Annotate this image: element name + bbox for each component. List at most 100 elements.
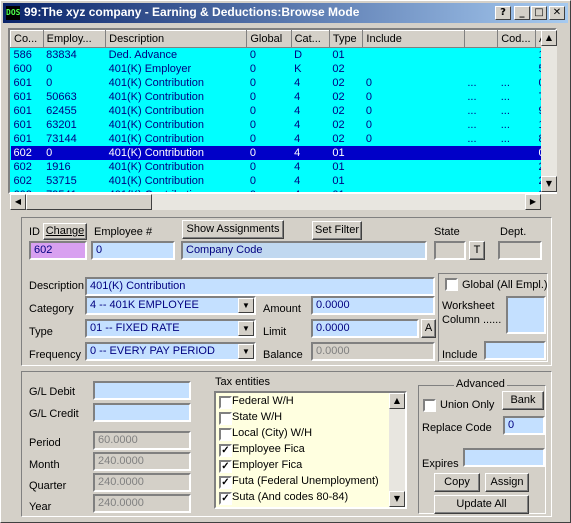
scroll-up-arrow-icon[interactable]: ▲ — [541, 30, 557, 46]
table-cell — [464, 146, 498, 160]
type-label: Type — [29, 326, 53, 338]
global-checkbox[interactable] — [445, 278, 458, 291]
grid-column-header[interactable]: Employ... — [42, 30, 107, 48]
id-input[interactable]: 602 — [29, 241, 87, 260]
grid-column-header[interactable]: Co... — [10, 30, 44, 48]
table-cell — [464, 174, 497, 188]
table-cell: 601 — [13, 133, 32, 145]
table-cell: 4 — [294, 77, 301, 89]
tax-entity-checkbox[interactable] — [219, 428, 232, 441]
scroll-down-arrow-icon[interactable]: ▼ — [541, 176, 557, 192]
minimize-button[interactable]: _ — [514, 6, 530, 20]
grid-column-header[interactable]: Type — [328, 30, 364, 48]
change-button[interactable]: Change — [43, 223, 87, 240]
records-grid[interactable]: Co... Employ... Description Global Cat... Typ… — [8, 28, 557, 194]
table-cell: 4 — [291, 146, 330, 160]
tax-entity-checkbox[interactable]: ✓ — [219, 476, 232, 489]
type-select[interactable]: 01 -- FIXED RATE ▼ — [85, 319, 256, 338]
table-cell: ... — [467, 133, 477, 145]
scroll-right-arrow-icon[interactable]: ▶ — [525, 194, 541, 210]
global-label: Global (All Empl.) — [462, 279, 548, 291]
title-bar[interactable]: DOS 99:The xyz company - Earning & Deduc… — [3, 3, 568, 23]
copy-button[interactable]: Copy — [434, 473, 480, 492]
horizontal-scroll-thumb[interactable] — [26, 194, 152, 210]
bank-button[interactable]: Bank — [502, 391, 544, 410]
help-button[interactable]: ? — [495, 6, 511, 20]
limit-label: Limit — [263, 326, 287, 338]
table-row[interactable]: 6000401(K) Employer0K025. — [11, 62, 555, 76]
table-cell: 401(K) Contribution — [108, 119, 205, 131]
balance-input: 0.0000 — [311, 342, 435, 361]
tax-entity-checkbox[interactable] — [219, 412, 232, 425]
tax-entity-checkbox[interactable]: ✓ — [219, 444, 232, 457]
tax-entity-checkbox[interactable]: ✓ — [219, 492, 232, 505]
tax-list-scrollbar[interactable]: ▲ ▼ — [389, 393, 405, 507]
table-row[interactable]: 6020401(K) Contribution04010. — [10, 146, 555, 160]
update-all-button[interactable]: Update All — [434, 495, 529, 514]
table-cell: 0 — [249, 161, 256, 173]
table-cell: 401(K) Contribution — [105, 146, 247, 160]
scroll-left-arrow-icon[interactable]: ◀ — [10, 194, 26, 210]
worksheet-column-input[interactable] — [506, 296, 546, 334]
grid-column-header[interactable]: Description — [105, 30, 248, 48]
employee-input[interactable]: 0 — [91, 241, 175, 260]
grid-column-header[interactable]: Cod... — [497, 30, 537, 48]
limit-a-button[interactable]: A — [421, 319, 436, 338]
table-row[interactable]: 60163201401(K) Contribution04020......1. — [11, 118, 555, 132]
table-row[interactable]: 60162455401(K) Contribution04020......9. — [11, 104, 555, 118]
tax-entity-label: Employee Fica — [232, 443, 305, 455]
category-select[interactable]: 4 -- 401K EMPLOYEE ▼ — [85, 296, 256, 315]
tax-entity-checkbox[interactable] — [219, 396, 232, 409]
maximize-button[interactable]: □ — [531, 6, 547, 20]
table-cell: D — [294, 49, 303, 61]
state-t-button[interactable]: T — [469, 241, 485, 260]
chevron-down-icon[interactable]: ▼ — [238, 298, 254, 313]
grid-horizontal-scrollbar[interactable]: ◀ ▶ — [10, 194, 541, 210]
chevron-down-icon[interactable]: ▼ — [238, 321, 254, 336]
assign-button[interactable]: Assign — [485, 473, 529, 492]
state-input[interactable] — [434, 241, 466, 260]
table-cell: 602 — [10, 146, 44, 160]
amount-input[interactable]: 0.0000 — [311, 296, 435, 315]
grid-column-header[interactable]: Cat... — [290, 30, 330, 48]
scroll-down-arrow-icon[interactable]: ▼ — [389, 491, 405, 507]
tax-entities-list[interactable]: Federal W/H State W/H Local (City) W/H ✓ Emp… — [214, 391, 407, 509]
scroll-up-arrow-icon[interactable]: ▲ — [389, 393, 405, 409]
table-cell — [464, 48, 497, 63]
include-input[interactable] — [484, 341, 546, 360]
set-filter-button[interactable]: Set Filter — [312, 221, 362, 240]
table-cell — [363, 62, 464, 76]
table-row[interactable]: 58683834Ded. Advance0D0110 — [11, 48, 555, 63]
table-row[interactable]: 60150663401(K) Contribution04020......7. — [11, 90, 555, 104]
table-cell — [362, 146, 465, 160]
table-cell: 02 — [332, 119, 345, 131]
company-code-field: Company Code — [181, 241, 427, 260]
table-row[interactable]: 60173144401(K) Contribution04020......8. — [11, 132, 555, 146]
show-assignments-button[interactable]: Show Assignments — [182, 220, 284, 239]
grid-column-header[interactable]: Global — [246, 30, 292, 48]
table-cell: ... — [500, 133, 510, 145]
gl-debit-input[interactable] — [93, 381, 191, 400]
description-input[interactable]: 401(K) Contribution — [85, 277, 435, 296]
gl-credit-input[interactable] — [93, 403, 191, 422]
dept-input[interactable] — [498, 241, 542, 260]
table-row[interactable]: 6021916401(K) Contribution04012. — [11, 160, 555, 174]
limit-input[interactable]: 0.0000 — [311, 319, 419, 338]
union-only-checkbox[interactable] — [423, 399, 436, 412]
tax-entity-label: Futa (Federal Unemployment) — [232, 475, 379, 487]
frequency-select[interactable]: 0 -- EVERY PAY PERIOD ▼ — [85, 342, 256, 361]
chevron-down-icon[interactable]: ▼ — [238, 344, 254, 359]
expires-input[interactable] — [463, 448, 545, 467]
grid-column-header[interactable] — [463, 30, 499, 48]
grid-vertical-scrollbar[interactable]: ▲ ▼ — [541, 30, 557, 192]
frequency-value: 0 -- EVERY PAY PERIOD — [90, 345, 215, 357]
tax-entity-checkbox[interactable]: ✓ — [219, 460, 232, 473]
grid-column-header[interactable]: Include — [362, 30, 465, 48]
table-row[interactable]: 60253715401(K) Contribution04012. — [11, 174, 555, 188]
table-cell: 0 — [249, 119, 256, 131]
table-cell: 0 — [365, 77, 373, 89]
close-button[interactable]: ✕ — [549, 6, 565, 20]
replace-code-input[interactable]: 0 — [503, 416, 545, 435]
table-row[interactable]: 6010401(K) Contribution04020......0. — [11, 76, 555, 90]
table-cell: ... — [467, 105, 477, 117]
